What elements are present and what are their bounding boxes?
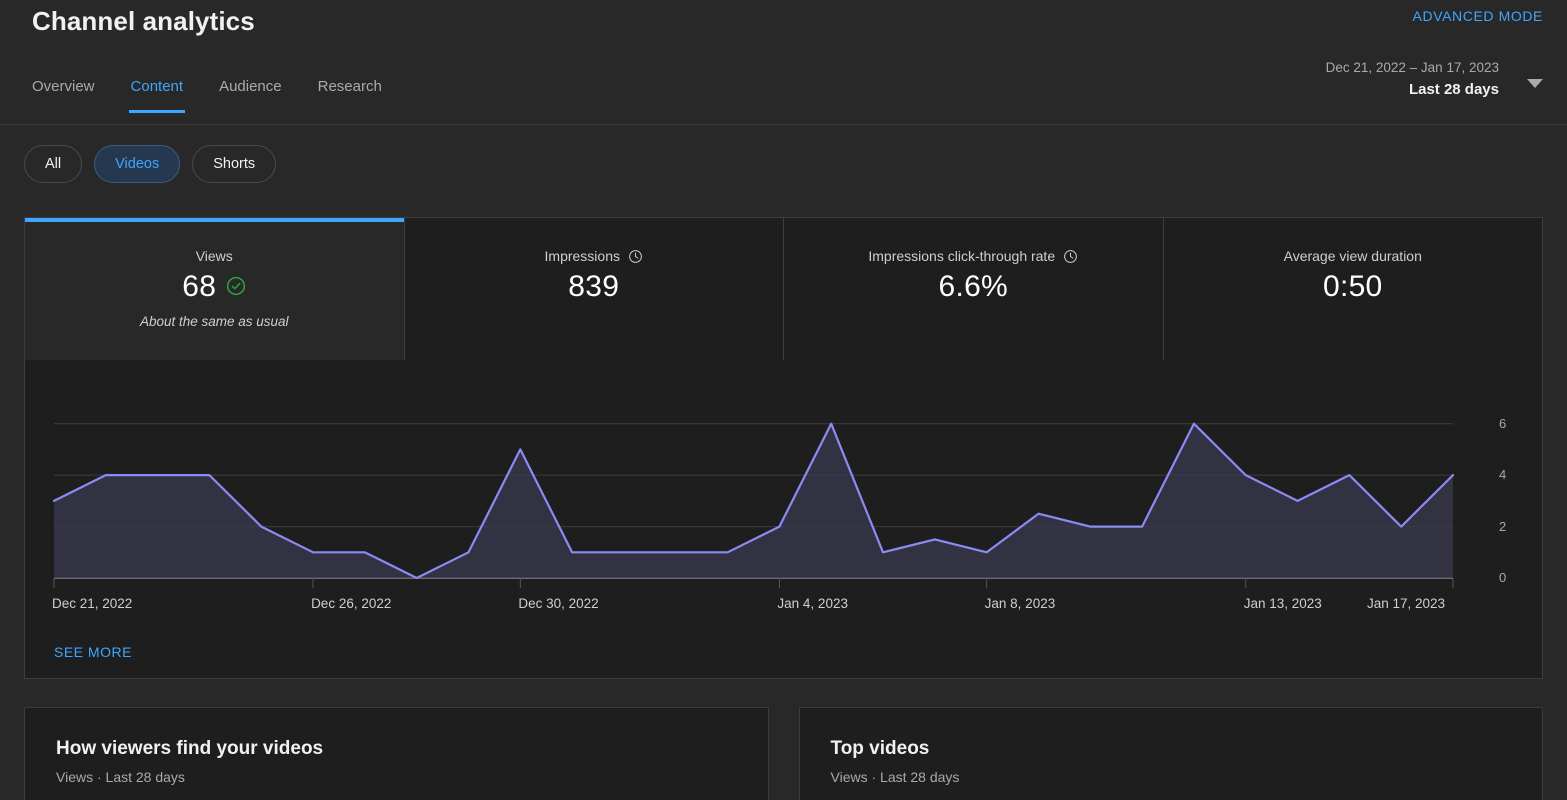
metric-value-views: 68 — [182, 270, 246, 304]
metric-value-ctr-text: 6.6% — [938, 270, 1009, 303]
y-axis-tick: 0 — [1499, 570, 1507, 585]
metric-label-impressions: Impressions — [545, 248, 643, 264]
views-chart[interactable]: 0 2 4 6 Dec 21, 2022 Dec 26, 2022 Dec 30, 202… — [25, 360, 1542, 680]
chip-all[interactable]: All — [24, 145, 83, 183]
x-axis-tick: Dec 30, 2022 — [518, 596, 599, 611]
card-subtitle: Views · Last 28 days — [56, 769, 185, 785]
analytics-panel: Views 68 About the same as usual Impress… — [24, 217, 1543, 679]
chevron-down-icon — [1527, 79, 1543, 88]
metric-label-views: Views — [196, 248, 233, 264]
metric-label-impressions-text: Impressions — [544, 248, 620, 264]
tab-overview[interactable]: Overview — [32, 78, 95, 113]
check-circle-icon — [226, 270, 246, 304]
metric-card-avg-view-duration[interactable]: Average view duration 0:50 — [1163, 218, 1542, 360]
y-axis-tick: 2 — [1499, 518, 1507, 534]
clock-icon — [628, 249, 643, 264]
date-range-dates: Dec 21, 2022 – Jan 17, 2023 — [1325, 60, 1499, 75]
tab-audience[interactable]: Audience — [219, 78, 282, 113]
metric-label-avg-view-duration-text: Average view duration — [1283, 248, 1422, 264]
page-header: Channel analytics ADVANCED MODE Dec 21, … — [0, 0, 1567, 125]
see-more-link[interactable]: SEE MORE — [54, 644, 132, 660]
analytics-tabs: Overview Content Audience Research — [32, 78, 382, 113]
metric-sub-views: About the same as usual — [139, 314, 289, 329]
bottom-cards: How viewers find your videos Views · Las… — [24, 707, 1543, 800]
date-range-label: Last 28 days — [1408, 81, 1499, 98]
x-axis-tick: Dec 26, 2022 — [311, 596, 392, 611]
page-title: Channel analytics — [32, 6, 255, 36]
metric-label-avg-view-duration: Average view duration — [1284, 248, 1422, 264]
metric-cards: Views 68 About the same as usual Impress… — [25, 218, 1542, 360]
x-axis-tick: Jan 8, 2023 — [984, 596, 1056, 611]
metric-value-impressions-text: 839 — [568, 270, 620, 303]
content-type-filter: All Videos Shorts — [24, 145, 277, 183]
chip-videos[interactable]: Videos — [94, 145, 181, 183]
card-top-videos[interactable]: Top videos Views · Last 28 days — [798, 707, 1543, 800]
metric-value-ctr: 6.6% — [938, 270, 1008, 304]
metric-label-ctr-text: Impressions click-through rate — [868, 248, 1056, 264]
card-subtitle: Views · Last 28 days — [830, 769, 960, 785]
metric-value-views-text: 68 — [182, 270, 217, 303]
metric-value-avg-view-duration: 0:50 — [1323, 270, 1383, 304]
chip-shorts[interactable]: Shorts — [192, 145, 277, 183]
metric-card-views[interactable]: Views 68 About the same as usual — [25, 218, 405, 360]
x-axis-tick: Jan 4, 2023 — [777, 596, 848, 611]
advanced-mode-link[interactable]: ADVANCED MODE — [1413, 8, 1543, 24]
metric-value-impressions: 839 — [568, 270, 619, 304]
metric-label-views-text: Views — [195, 248, 233, 264]
x-axis-tick: Jan 13, 2023 — [1243, 596, 1322, 611]
y-axis-tick: 6 — [1499, 415, 1507, 431]
y-axis-tick: 4 — [1499, 467, 1507, 483]
card-title: Top videos — [830, 738, 930, 759]
tab-research[interactable]: Research — [318, 78, 382, 113]
card-how-viewers-find-your-videos[interactable]: How viewers find your videos Views · Las… — [24, 707, 769, 800]
metric-value-avg-view-duration-text: 0:50 — [1322, 270, 1383, 303]
tab-content[interactable]: Content — [128, 78, 185, 113]
x-axis-tick: Dec 21, 2022 — [52, 596, 133, 611]
card-title: How viewers find your videos — [56, 738, 324, 759]
x-axis-tick: Jan 17, 2023 — [1367, 596, 1446, 611]
metric-card-ctr[interactable]: Impressions click-through rate 6.6% — [784, 218, 1164, 360]
metric-label-ctr: Impressions click-through rate — [868, 248, 1078, 264]
views-chart-svg — [52, 422, 1455, 588]
clock-icon — [1063, 249, 1078, 264]
metric-card-impressions[interactable]: Impressions 839 — [404, 218, 784, 360]
date-range-selector[interactable]: Dec 21, 2022 – Jan 17, 2023 Last 28 days — [1243, 55, 1543, 107]
